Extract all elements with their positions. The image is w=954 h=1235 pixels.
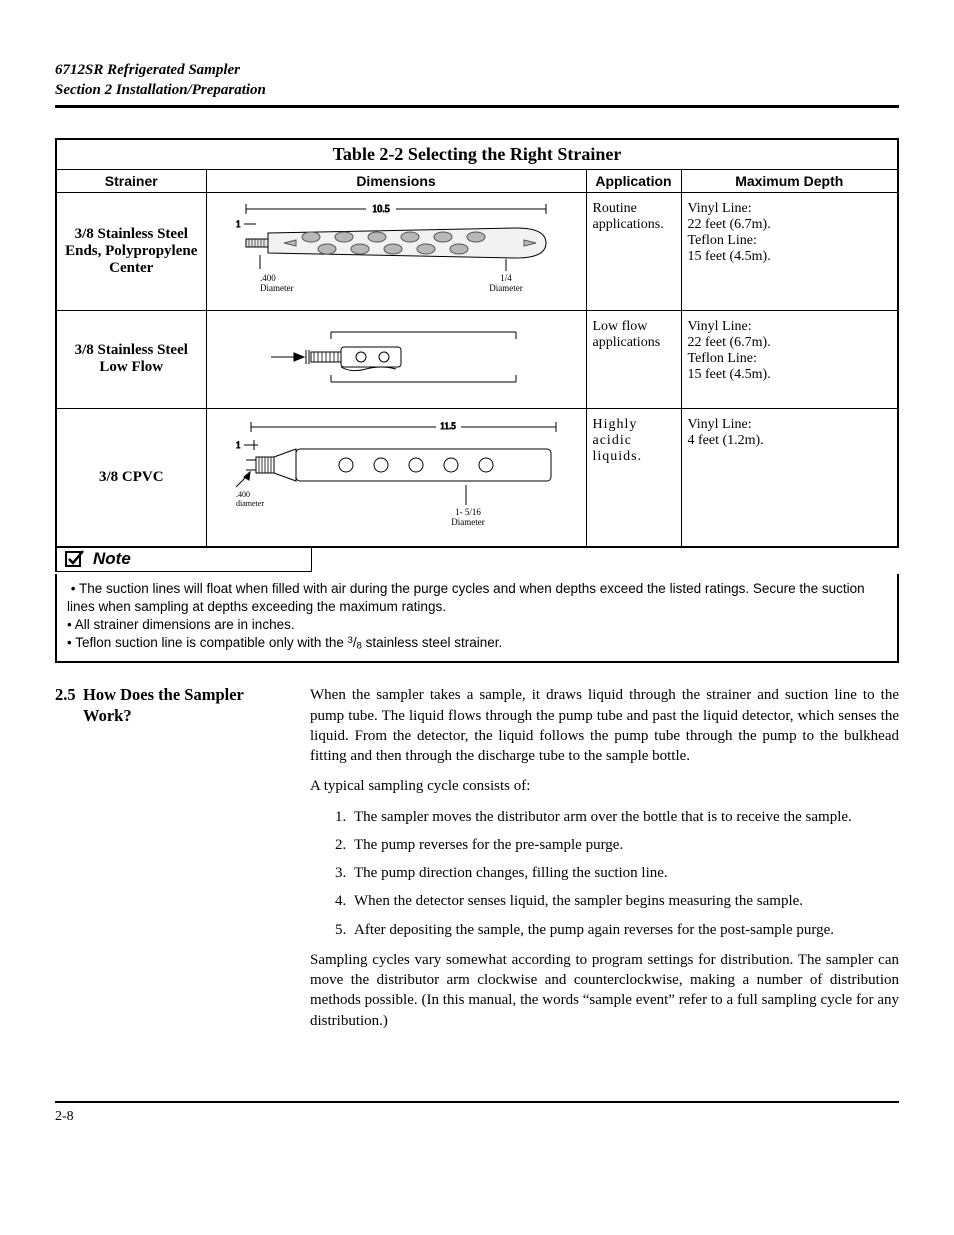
note-bullet: • All strainer dimensions are in inches. bbox=[67, 616, 887, 634]
note-bullet: • The suction lines will float when fill… bbox=[67, 580, 887, 616]
header-line-2: Section 2 Installation/Preparation bbox=[55, 80, 899, 100]
checkbox-icon bbox=[65, 549, 85, 569]
strainer-diagram-1: 10.5 1 bbox=[216, 199, 576, 299]
note-body: • The suction lines will float when fill… bbox=[55, 574, 899, 664]
body-paragraph: When the sampler takes a sample, it draw… bbox=[310, 685, 899, 766]
dimensions-cell: 11.5 1 . bbox=[206, 408, 586, 547]
application-cell: Highly acidic liquids. bbox=[586, 408, 681, 547]
svg-text:.400Diameter: .400Diameter bbox=[260, 273, 293, 293]
col-maximum-depth: Maximum Depth bbox=[681, 169, 898, 192]
fraction: 3/8 bbox=[348, 635, 362, 650]
list-item: The pump reverses for the pre-sample pur… bbox=[350, 835, 899, 855]
strainer-cell: 3/8 CPVC bbox=[56, 408, 206, 547]
strainer-cell: 3/8 Stainless Steel Low Flow bbox=[56, 310, 206, 408]
col-application: Application bbox=[586, 169, 681, 192]
col-dimensions: Dimensions bbox=[206, 169, 586, 192]
strainer-diagram-2 bbox=[216, 317, 576, 397]
dimensions-cell: 10.5 1 bbox=[206, 192, 586, 310]
list-item: When the detector senses liquid, the sam… bbox=[350, 891, 899, 911]
table-row: 3/8 CPVC 11.5 1 bbox=[56, 408, 898, 547]
section-number: 2.5 bbox=[55, 685, 83, 1041]
list-item: The pump direction changes, filling the … bbox=[350, 863, 899, 883]
svg-text:10.5: 10.5 bbox=[372, 204, 390, 215]
table-row: 3/8 Stainless Steel Low Flow bbox=[56, 310, 898, 408]
body-paragraph: A typical sampling cycle consists of: bbox=[310, 776, 899, 796]
list-item: After depositing the sample, the pump ag… bbox=[350, 920, 899, 940]
application-cell: Low flow applications bbox=[586, 310, 681, 408]
dimensions-cell bbox=[206, 310, 586, 408]
section-title: How Does the Sampler Work? bbox=[83, 685, 290, 1041]
note-label: Note bbox=[93, 549, 131, 569]
page-footer: 2-8 bbox=[55, 1101, 899, 1125]
body-paragraph: Sampling cycles vary somewhat according … bbox=[310, 950, 899, 1031]
strainer-diagram-3: 11.5 1 . bbox=[216, 415, 576, 535]
table-row: 3/8 Stainless Steel Ends, Polypropylene … bbox=[56, 192, 898, 310]
svg-text:11.5: 11.5 bbox=[440, 421, 456, 431]
section-2-5: 2.5 How Does the Sampler Work? When the … bbox=[55, 685, 899, 1041]
strainer-cell: 3/8 Stainless Steel Ends, Polypropylene … bbox=[56, 192, 206, 310]
max-depth-cell: Vinyl Line: 22 feet (6.7m). Teflon Line:… bbox=[681, 310, 898, 408]
col-strainer: Strainer bbox=[56, 169, 206, 192]
page-number: 2-8 bbox=[55, 1109, 74, 1124]
svg-text:1: 1 bbox=[236, 219, 241, 229]
table-title: Table 2-2 Selecting the Right Strainer bbox=[56, 139, 898, 170]
section-heading: 2.5 How Does the Sampler Work? bbox=[55, 685, 290, 1041]
steps-list: The sampler moves the distributor arm ov… bbox=[310, 807, 899, 940]
svg-text:1/4Diameter: 1/4Diameter bbox=[489, 273, 522, 293]
note-bullet: • Teflon suction line is compatible only… bbox=[67, 634, 887, 653]
svg-text:.400diameter: .400diameter bbox=[236, 490, 264, 508]
note-block: Note • The suction lines will float when… bbox=[55, 548, 899, 664]
max-depth-cell: Vinyl Line: 22 feet (6.7m). Teflon Line:… bbox=[681, 192, 898, 310]
running-head: 6712SR Refrigerated Sampler Section 2 In… bbox=[55, 60, 899, 101]
note-header: Note bbox=[55, 547, 312, 572]
svg-text:1: 1 bbox=[236, 440, 241, 450]
header-rule bbox=[55, 105, 899, 108]
max-depth-cell: Vinyl Line: 4 feet (1.2m). bbox=[681, 408, 898, 547]
list-item: The sampler moves the distributor arm ov… bbox=[350, 807, 899, 827]
section-body: When the sampler takes a sample, it draw… bbox=[310, 685, 899, 1041]
header-line-1: 6712SR Refrigerated Sampler bbox=[55, 60, 899, 80]
application-cell: Routine applications. bbox=[586, 192, 681, 310]
svg-text:1- 5/16Diameter: 1- 5/16Diameter bbox=[451, 507, 484, 527]
strainer-table: Table 2-2 Selecting the Right Strainer S… bbox=[55, 138, 899, 548]
